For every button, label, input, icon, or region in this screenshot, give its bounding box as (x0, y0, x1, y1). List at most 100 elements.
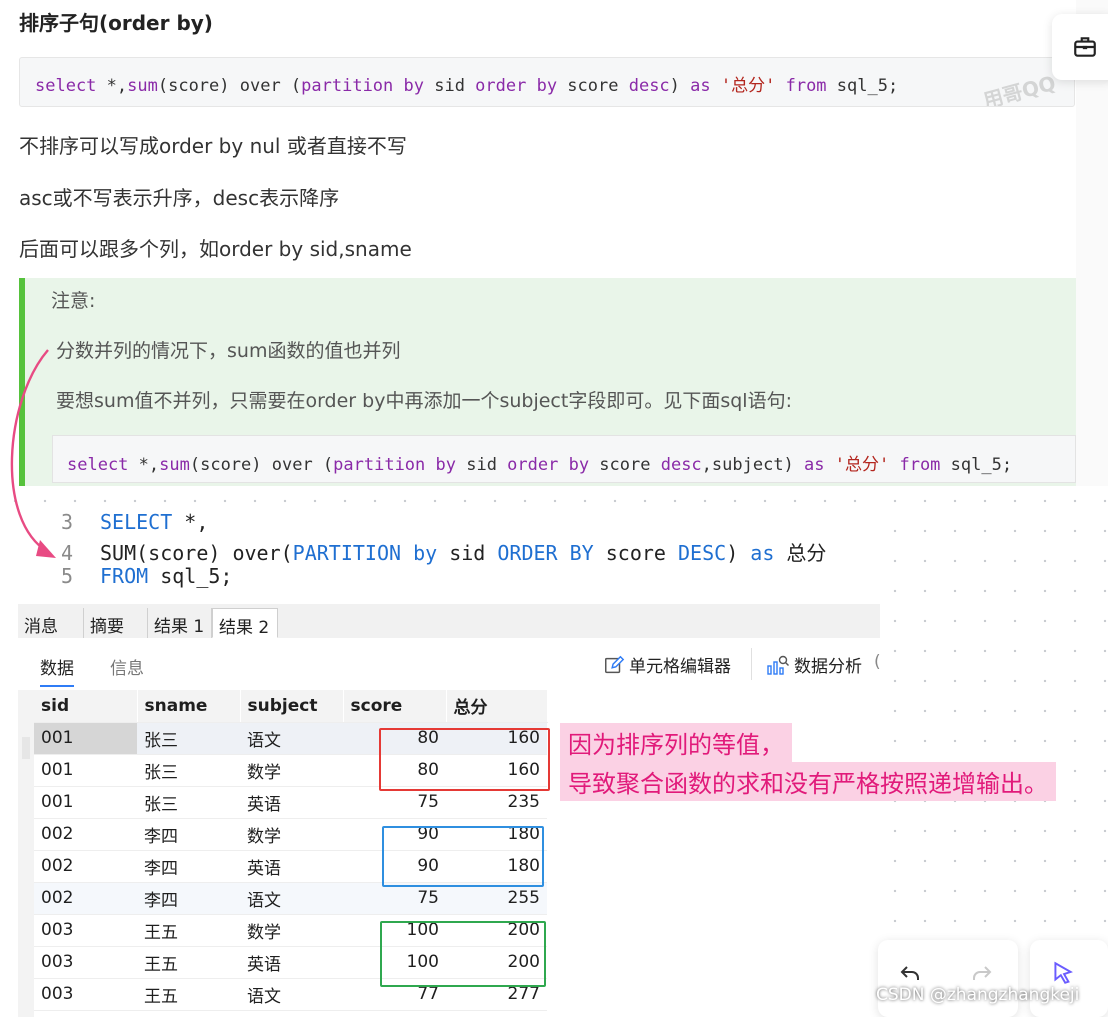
more-tools-cutoff: ( (874, 652, 881, 672)
column-header-score[interactable]: score (343, 690, 447, 723)
pointer-toolbar (1030, 940, 1108, 1017)
line-number: 4 (60, 541, 73, 565)
cell-subject[interactable]: 英语 (240, 850, 343, 883)
tab-result-1[interactable]: 结果 1 (148, 608, 212, 638)
cell-sname[interactable]: 张三 (137, 786, 240, 819)
section-title: 排序子句(order by) (19, 11, 213, 35)
cell-subject[interactable]: 数学 (240, 914, 343, 947)
pointer-icon[interactable] (1050, 960, 1076, 986)
cell-sname[interactable]: 李四 (137, 850, 240, 883)
code-token: '总分' (710, 76, 786, 96)
code-token: *, (96, 76, 128, 96)
cell-sname[interactable]: 李四 (137, 818, 240, 851)
undo-icon[interactable] (898, 962, 922, 986)
tab-summary[interactable]: 摘要 (84, 608, 148, 638)
sql-editor[interactable]: 3 SELECT *, 4 SUM(score) over(PARTITION by… (18, 504, 880, 604)
cell-subject[interactable]: 英语 (240, 786, 343, 819)
cell-sname[interactable]: 张三 (137, 754, 240, 787)
cell-sid[interactable]: 001 (34, 754, 137, 787)
note-line-2: 要想sum值不并列，只需要在order by中再添加一个subject字段即可。… (56, 390, 792, 412)
code-token: desc (628, 76, 670, 96)
cell-subject[interactable]: 数学 (240, 818, 343, 851)
column-header-total[interactable]: 总分 (446, 690, 548, 723)
cell-sid[interactable]: 002 (34, 818, 137, 851)
code-token: as (750, 541, 775, 565)
code-token: score (593, 541, 679, 565)
cell-editor-button[interactable]: 单元格编辑器 (603, 652, 731, 677)
code-token: ) (726, 541, 751, 565)
code-token: sid (455, 455, 508, 475)
code-token: sum (127, 76, 158, 96)
editor-line-5: 5 FROM sql_5; (18, 564, 233, 588)
code-token: score (557, 76, 629, 96)
line-number: 3 (60, 510, 73, 534)
watermark: 用哥QQ (980, 70, 1059, 107)
subtab-data[interactable]: 数据 (40, 654, 74, 687)
cell-sid[interactable]: 003 (34, 946, 137, 979)
editor-line-4: 4 SUM(score) over(PARTITION by sid ORDER … (18, 537, 826, 566)
subtab-info[interactable]: 信息 (110, 654, 144, 679)
code-token: sql_5; (148, 564, 233, 588)
editor-line-3: 3 SELECT *, (18, 510, 208, 534)
code-token: select (67, 455, 129, 475)
code-token: *, (128, 455, 160, 475)
code-token: partition by (333, 455, 456, 475)
paragraph-3: 后面可以跟多个列，如order by sid,sname (19, 237, 412, 261)
code-line-1: select *,sum(score) over (partition by s… (35, 71, 898, 96)
code-token: order by (475, 76, 558, 96)
chart-icon (767, 655, 789, 675)
note-title: 注意: (51, 290, 96, 312)
cell-sid[interactable]: 001 (34, 786, 137, 819)
toolbox-icon (1074, 37, 1096, 57)
code-token: '总分' (824, 455, 900, 475)
cell-subject[interactable]: 语文 (240, 978, 343, 1011)
cell-sname[interactable]: 王五 (137, 978, 240, 1011)
cell-sname[interactable]: 王五 (137, 946, 240, 979)
cell-sid[interactable]: 003 (34, 978, 137, 1011)
csdn-footer-watermark: CSDN @zhangzhangkeji (876, 985, 1080, 1005)
cell-sid[interactable]: 002 (34, 882, 137, 915)
code-token: *, (172, 510, 209, 534)
cell-sname[interactable]: 李四 (137, 882, 240, 915)
canvas-dot-strip (0, 486, 880, 504)
row-selection-marker (22, 737, 30, 759)
cell-sid[interactable]: 002 (34, 850, 137, 883)
annotation-line-1: 因为排序列的等值， (560, 723, 792, 762)
cell-sname[interactable]: 张三 (137, 722, 240, 755)
paragraph-2: asc或不写表示升序，desc表示降序 (19, 186, 340, 210)
code-token: PARTITION (292, 541, 402, 565)
result-tab-bar: 消息 摘要 结果 1 结果 2 (18, 604, 880, 639)
code-token: sid (437, 541, 498, 565)
code-token: sql_5; (940, 455, 1013, 475)
column-header-subject[interactable]: subject (240, 690, 344, 723)
table-header-row: sid sname subject score 总分 (34, 690, 548, 723)
note-line-1: 分数并列的情况下，sum函数的值也并列 (56, 340, 401, 362)
toolbox-button[interactable] (1052, 14, 1108, 80)
cell-subject[interactable]: 数学 (240, 754, 343, 787)
redo-icon[interactable] (970, 962, 994, 986)
cell-subject[interactable]: 语文 (240, 722, 343, 755)
code-token: as (690, 76, 711, 96)
note-accent-bar (19, 278, 25, 486)
code-token: partition by (301, 76, 424, 96)
code-token: DESC (678, 541, 727, 565)
cell-subject[interactable]: 英语 (240, 946, 343, 979)
line-number: 5 (60, 564, 73, 588)
data-analysis-button[interactable]: 数据分析 (766, 652, 862, 677)
tab-result-2[interactable]: 结果 2 (212, 608, 278, 638)
code-block-1: select *,sum(score) over (partition by s… (19, 57, 1075, 107)
code-token: score (589, 455, 661, 475)
code-token: sum (159, 455, 190, 475)
column-header-sid[interactable]: sid (34, 690, 138, 723)
code-block-2: select *,sum(score) over (partition by s… (52, 435, 1076, 483)
cell-subject[interactable]: 语文 (240, 882, 343, 915)
column-header-sname[interactable]: sname (137, 690, 241, 723)
cell-sid[interactable]: 003 (34, 914, 137, 947)
cell-sname[interactable]: 王五 (137, 914, 240, 947)
code-token: FROM (100, 564, 149, 588)
tab-messages[interactable]: 消息 (18, 608, 84, 638)
code-token: from (785, 76, 827, 96)
annotation-line-2: 导致聚合函数的求和没有严格按照递增输出。 (560, 762, 1056, 801)
code-token: (score) over ( (157, 76, 302, 96)
cell-sid[interactable]: 001 (34, 722, 137, 755)
